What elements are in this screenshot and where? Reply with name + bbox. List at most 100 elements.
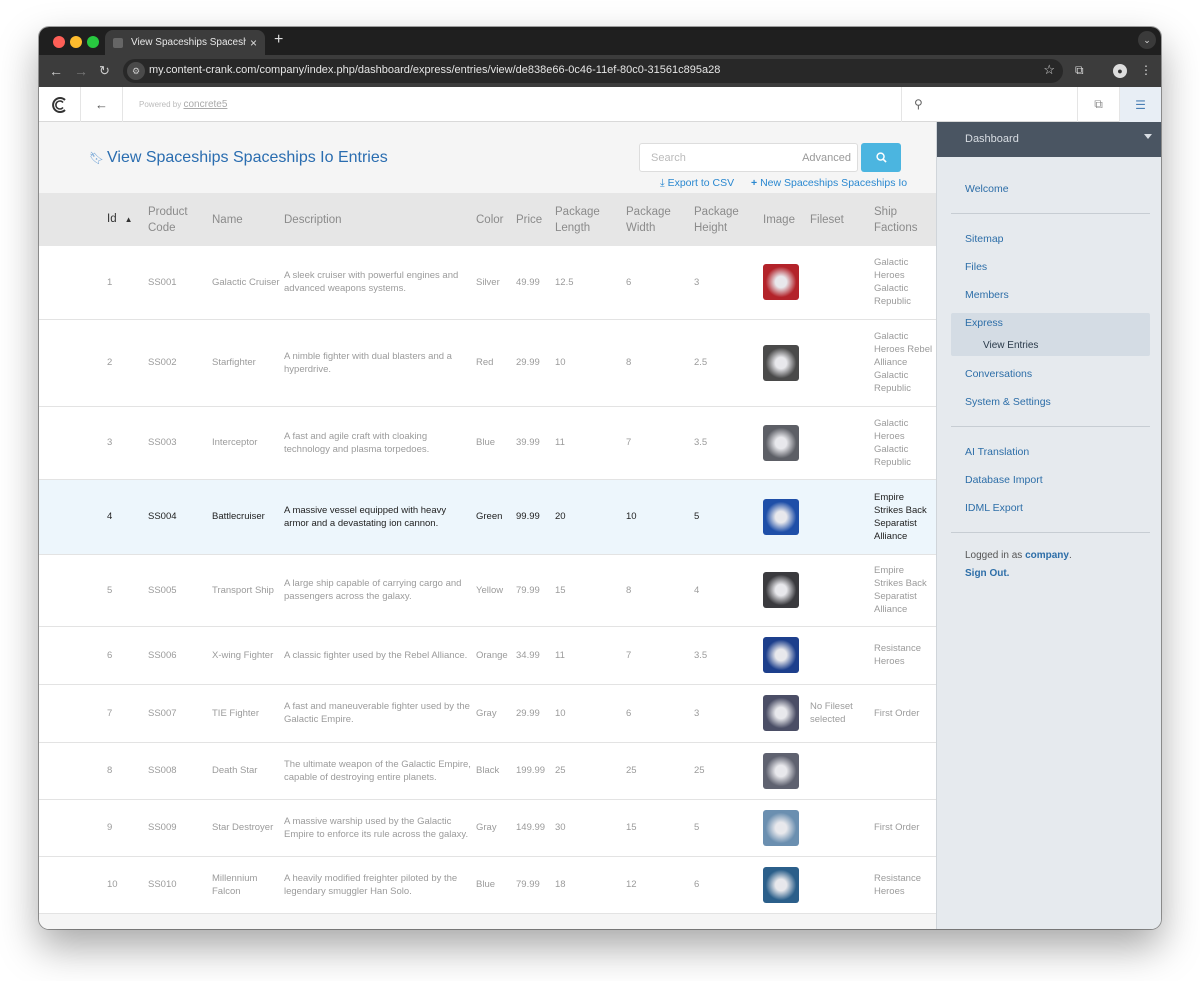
new-tab-icon[interactable]: + — [274, 31, 283, 49]
sidebar-item-idml-export[interactable]: IDML Export — [965, 502, 1023, 514]
browser-tab-active[interactable]: View Spaceships Spaceships Io Entries × — [105, 30, 265, 55]
table-row[interactable]: 5 SS005 Transport Ship A large ship capable… — [39, 554, 936, 626]
table-row[interactable]: 2 SS002 Starfighter A nimble fighter with d… — [39, 319, 936, 406]
table-row[interactable]: 3 SS003 Interceptor A fast and agile craft … — [39, 406, 936, 479]
sliders-icon[interactable]: ☰ — [1119, 87, 1161, 122]
entries-search-input[interactable]: Search Advanced — [639, 143, 858, 172]
column-header-fileset[interactable]: Fileset — [808, 193, 872, 246]
spaceship-thumbnail-image[interactable] — [763, 344, 799, 381]
table-row[interactable]: 10 SS010 Millennium Falcon A heavily modifi… — [39, 856, 936, 913]
cms-search-input[interactable]: ⚲ — [901, 87, 1077, 122]
site-settings-icon[interactable]: ⚙ — [127, 62, 145, 80]
sidebar-item-sitemap[interactable]: Sitemap — [965, 233, 1004, 245]
cell-image — [761, 626, 808, 684]
spaceship-thumbnail-image[interactable] — [763, 572, 799, 608]
powered-brand-link[interactable]: concrete5 — [183, 99, 227, 110]
advanced-search-link[interactable]: Advanced — [802, 152, 851, 164]
cell-package-width: 10 — [626, 511, 637, 522]
concrete-logo-icon[interactable] — [39, 87, 81, 122]
logged-in-user-link[interactable]: company — [1025, 550, 1069, 561]
sidebar-item-files[interactable]: Files — [965, 261, 987, 273]
extensions-icon[interactable]: ⧉ — [1075, 63, 1084, 78]
reload-icon[interactable]: ↻ — [99, 62, 110, 80]
close-window-button[interactable] — [53, 36, 65, 48]
table-row[interactable]: 1 SS001 Galactic Cruiser A sleek cruiser wi… — [39, 246, 936, 319]
sidebar-item-members[interactable]: Members — [965, 289, 1009, 301]
tab-search-icon[interactable]: ⌄ — [1138, 31, 1156, 49]
back-arrow-icon[interactable]: ← — [49, 62, 63, 80]
column-header-name[interactable]: Name — [210, 193, 282, 246]
minimize-window-button[interactable] — [70, 36, 82, 48]
sidebar-item-database-import[interactable]: Database Import — [965, 474, 1043, 486]
cell-price: 79.99 — [516, 584, 540, 596]
cell-name: Millennium Falcon — [212, 872, 258, 897]
sign-out-link[interactable]: Sign Out. — [965, 568, 1009, 579]
new-entry-link[interactable]: + New Spaceships Spaceships Io — [751, 177, 907, 189]
table-row[interactable]: 6 SS006 X-wing Fighter A classic fighter us… — [39, 626, 936, 684]
cell-ship-factions: Galactic Heroes Galactic Republic — [874, 417, 911, 468]
column-header-ship-factions[interactable]: Ship Factions — [872, 193, 936, 246]
column-header-package-height[interactable]: Package Height — [692, 193, 761, 246]
spaceship-thumbnail-image[interactable] — [763, 498, 799, 535]
maximize-window-button[interactable] — [87, 36, 99, 48]
table-row[interactable]: 8 SS008 Death Star The ultimate weapon of t… — [39, 742, 936, 799]
cell-image — [761, 554, 808, 626]
table-row[interactable]: 4 SS004 Battlecruiser A massive vessel equi… — [39, 479, 936, 554]
cell-package-length: 15 — [555, 584, 566, 596]
sidebar-item-welcome[interactable]: Welcome — [965, 183, 1009, 195]
sidebar-item-conversations[interactable]: Conversations — [965, 368, 1032, 380]
plus-icon: + — [751, 177, 758, 189]
column-header-price[interactable]: Price — [514, 193, 553, 246]
entries-table: Id ▲ Product Code Name Description Color … — [39, 193, 936, 914]
cell-description: A sleek cruiser with powerful engines an… — [284, 270, 459, 295]
spaceship-thumbnail-image[interactable] — [763, 809, 799, 846]
cell-id: 4 — [107, 511, 113, 522]
column-header-product-code[interactable]: Product Code — [146, 193, 210, 246]
back-arrow-icon[interactable]: ← — [81, 87, 123, 122]
spaceship-thumbnail-image[interactable] — [763, 637, 799, 673]
cell-fileset — [808, 246, 872, 319]
forward-arrow-icon[interactable]: → — [74, 62, 88, 80]
spaceship-thumbnail-image[interactable] — [763, 866, 799, 903]
dashboard-dropdown[interactable]: Dashboard — [937, 122, 1161, 157]
cell-package-height: 3 — [694, 707, 700, 719]
column-header-package-width[interactable]: Package Width — [624, 193, 692, 246]
address-bar[interactable]: ⚙ my.content-crank.com/company/index.php… — [123, 59, 1063, 83]
cell-description: A nimble fighter with dual blasters and … — [284, 350, 452, 375]
clipboard-icon[interactable]: ⧉ — [1077, 87, 1119, 122]
cell-id: 2 — [107, 357, 113, 368]
column-header-package-length[interactable]: Package Length — [553, 193, 624, 246]
sidebar-item-view-entries[interactable]: View Entries — [983, 340, 1038, 351]
search-button[interactable] — [861, 143, 901, 172]
cell-price: 34.99 — [516, 649, 540, 661]
table-row[interactable]: 7 SS007 TIE Fighter A fast and maneuverable… — [39, 684, 936, 742]
column-header-color[interactable]: Color — [474, 193, 514, 246]
sidebar-item-ai-translation[interactable]: AI Translation — [965, 446, 1029, 458]
export-csv-link[interactable]: ⤓ Export to CSV — [660, 177, 734, 190]
sidebar-item-system-settings[interactable]: System & Settings — [965, 396, 1051, 408]
column-header-id[interactable]: Id ▲ — [39, 193, 146, 246]
spaceship-thumbnail-image[interactable] — [763, 264, 799, 301]
cell-product-code: SS010 — [148, 879, 177, 890]
cell-package-length: 12.5 — [555, 276, 574, 288]
profile-icon[interactable]: ● — [1113, 64, 1127, 78]
cell-image — [761, 479, 808, 554]
sidebar-item-express[interactable]: Express — [965, 317, 1003, 329]
bookmark-star-icon[interactable]: ☆ — [1043, 62, 1055, 78]
cell-package-width: 12 — [626, 879, 637, 890]
spaceship-thumbnail-image[interactable] — [763, 695, 799, 731]
spaceship-thumbnail-image[interactable] — [763, 424, 799, 461]
cell-product-code: SS009 — [148, 822, 177, 833]
column-header-image[interactable]: Image — [761, 193, 808, 246]
spaceship-thumbnail-image[interactable] — [763, 752, 799, 789]
cell-fileset — [808, 799, 872, 856]
cell-package-height: 3.5 — [694, 437, 708, 448]
search-placeholder: Search — [651, 152, 686, 164]
bookmark-icon[interactable]: 🔖︎ — [89, 151, 104, 165]
browser-menu-icon[interactable]: ⋮ — [1140, 63, 1152, 77]
cell-product-code: SS001 — [148, 276, 177, 288]
cell-fileset: No Fileset selected — [810, 701, 853, 725]
table-row[interactable]: 9 SS009 Star Destroyer A massive warship us… — [39, 799, 936, 856]
column-header-description[interactable]: Description — [282, 193, 474, 246]
close-tab-icon[interactable]: × — [250, 36, 257, 50]
